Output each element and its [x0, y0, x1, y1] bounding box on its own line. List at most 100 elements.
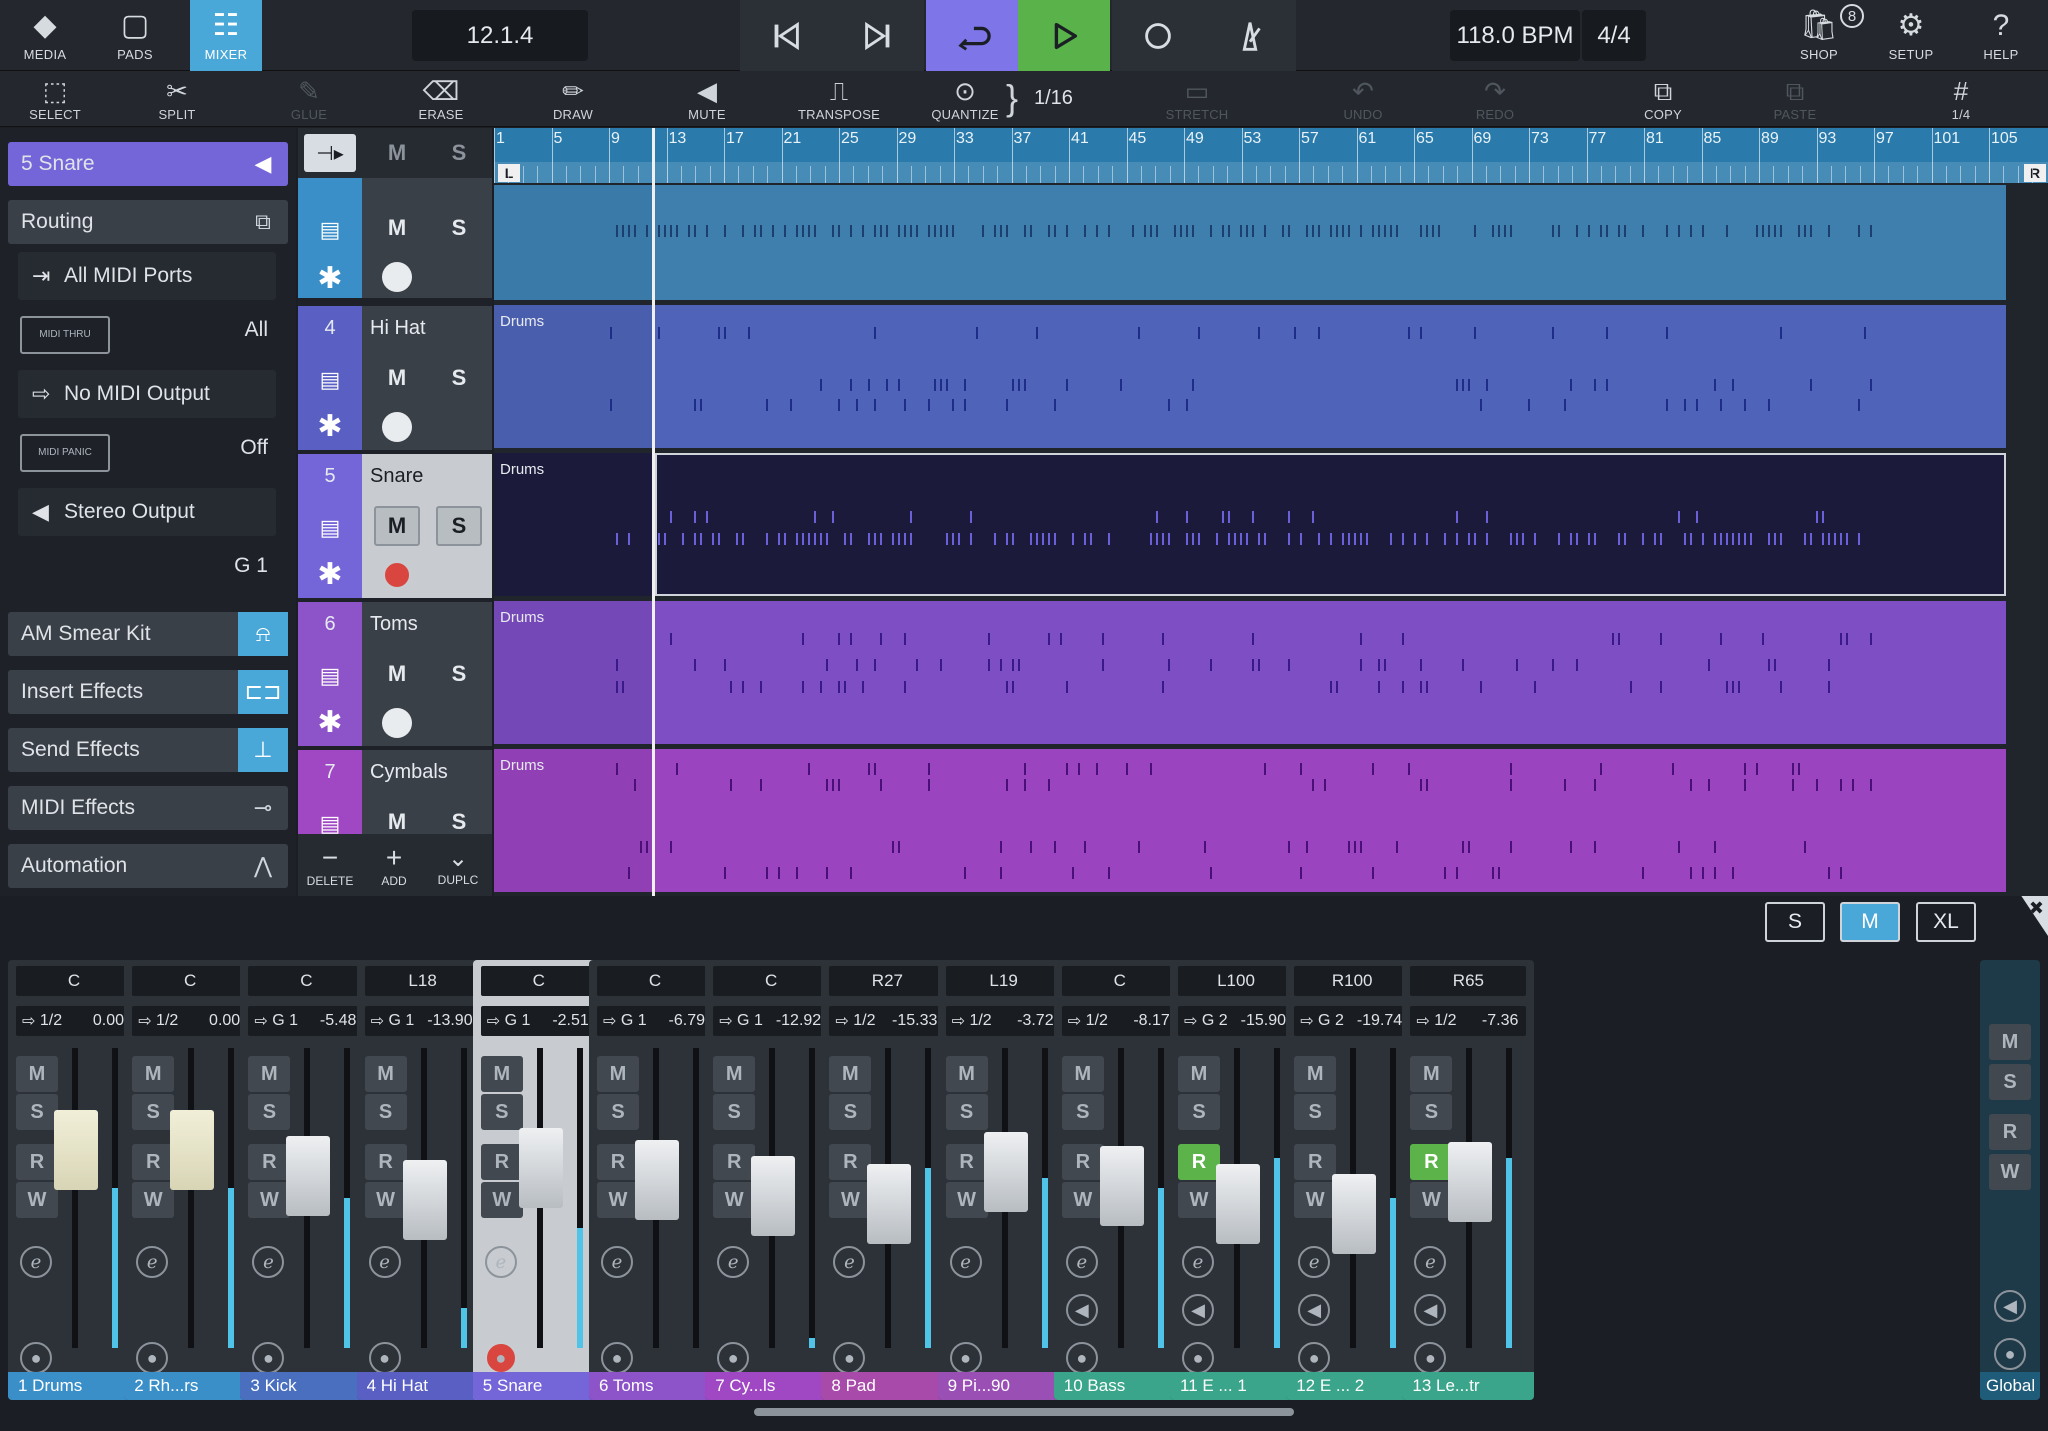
global-read-button[interactable]: R [1989, 1114, 2031, 1150]
mixer-size-xl[interactable]: XL [1916, 902, 1976, 942]
record-arm-button[interactable]: ● [1182, 1342, 1214, 1374]
write-automation-button[interactable]: W [16, 1182, 58, 1218]
track-name[interactable]: Hi Hat [370, 306, 426, 350]
record-arm-button[interactable]: ● [484, 1342, 517, 1374]
midi-clip[interactable] [655, 453, 2006, 596]
mute-button[interactable]: M [1294, 1056, 1337, 1092]
output-route[interactable]: ⇨ G 1 -6.79 [597, 1006, 713, 1036]
midi-panic-button[interactable]: MIDI PANIC [20, 434, 110, 472]
output-route[interactable]: ⇨ G 1 -5.48 [248, 1006, 365, 1036]
mixer-scrollbar[interactable] [754, 1408, 1294, 1416]
grid-button[interactable]: #1/4 [1906, 71, 2016, 127]
solo-button[interactable]: S [1178, 1094, 1220, 1130]
write-automation-button[interactable]: W [132, 1182, 175, 1218]
solo-button[interactable]: S [248, 1094, 291, 1130]
track-lane[interactable] [494, 185, 2006, 300]
midi-clip[interactable] [655, 185, 2006, 300]
write-automation-button[interactable]: W [364, 1182, 407, 1218]
speaker-icon[interactable]: ◀ [1182, 1294, 1214, 1326]
output-route[interactable]: ⇨ G 2 -19.74 [1294, 1006, 1411, 1036]
record-arm-button[interactable]: ● [252, 1342, 285, 1374]
collapse-arrow-icon[interactable]: ◀ [238, 142, 288, 186]
channel-label[interactable]: 4 Hi Hat [356, 1372, 489, 1400]
solo-button[interactable]: S [1410, 1094, 1453, 1130]
mute-button[interactable]: M [132, 1056, 175, 1092]
mute-button[interactable]: M [597, 1056, 639, 1092]
edit-channel-icon[interactable]: ℯ [717, 1246, 750, 1278]
pan-display[interactable]: R65 [1410, 966, 1527, 996]
output-route[interactable]: ⇨ 1/2 -8.17 [1061, 1006, 1178, 1036]
pan-display[interactable]: C [1061, 966, 1178, 996]
mute-button[interactable]: M [1061, 1056, 1104, 1092]
pan-display[interactable]: C [597, 966, 713, 996]
read-automation-button[interactable]: R [364, 1144, 407, 1180]
channel-label[interactable]: 3 Kick [240, 1372, 373, 1400]
monitor-icon[interactable]: ● [1994, 1338, 2026, 1370]
midi-thru-button[interactable]: MIDI THRU [20, 316, 110, 354]
draw-tool[interactable]: ✏ DRAW [518, 71, 628, 127]
solo-button[interactable]: S [945, 1094, 988, 1130]
record-arm-button[interactable]: ● [20, 1342, 52, 1374]
volume-fader[interactable] [635, 1140, 679, 1220]
instrument-edit-icon[interactable]: ⍾ [238, 612, 288, 656]
mute-button[interactable]: M [829, 1056, 872, 1092]
midi-input-select[interactable]: ⇥ All MIDI Ports [18, 252, 276, 300]
mixer-size-s[interactable]: S [1765, 902, 1825, 942]
track-lane[interactable]: Drums [494, 305, 2006, 448]
inspector-track-title[interactable]: 5 Snare ◀ [8, 142, 288, 186]
mute-button[interactable]: M [1410, 1056, 1453, 1092]
pan-display[interactable]: C [713, 966, 830, 996]
record-arm-button[interactable]: ● [1065, 1342, 1098, 1374]
edit-channel-icon[interactable]: ℯ [949, 1246, 982, 1278]
copy-button[interactable]: ⧉ COPY [1608, 71, 1718, 127]
read-automation-button[interactable]: R [829, 1144, 872, 1180]
channel-label[interactable]: 13 Le...tr [1402, 1372, 1535, 1400]
record-arm-button[interactable]: ● [949, 1342, 982, 1374]
volume-fader[interactable] [402, 1160, 447, 1240]
mute-button[interactable]: M [713, 1056, 756, 1092]
solo-button[interactable]: S [436, 358, 482, 398]
close-mixer-icon[interactable]: ✖ [2021, 896, 2048, 936]
volume-fader[interactable] [518, 1128, 563, 1208]
solo-button[interactable]: S [436, 654, 482, 694]
read-automation-button[interactable]: R [1061, 1144, 1104, 1180]
select-tool[interactable]: ⬚ SELECT [0, 71, 110, 127]
track-header[interactable]: 4 Hi Hat ▤ ✱ M S [298, 306, 492, 450]
shop-button[interactable]: 🛍︎ SHOP 8 [1776, 0, 1864, 71]
volume-fader[interactable] [983, 1132, 1028, 1212]
speaker-icon[interactable]: ◀ [1414, 1294, 1447, 1326]
edit-channel-icon[interactable]: ℯ [252, 1246, 285, 1278]
global-mute-button[interactable]: M [1989, 1024, 2031, 1060]
write-automation-button[interactable]: W [248, 1182, 291, 1218]
track-name[interactable]: Cymbals [370, 750, 448, 794]
undo-button[interactable]: ↶ UNDO [1308, 71, 1418, 127]
track-lane[interactable]: Drums [494, 749, 2006, 892]
volume-fader[interactable] [1099, 1146, 1144, 1226]
rewind-button[interactable] [740, 0, 832, 71]
output-route[interactable]: ⇨ 1/2 -3.72 [945, 1006, 1062, 1036]
mute-button[interactable]: M [945, 1056, 988, 1092]
pan-display[interactable]: C [480, 966, 597, 996]
record-arm-button[interactable]: ● [833, 1342, 866, 1374]
edit-channel-icon[interactable]: ℯ [601, 1246, 633, 1278]
tempo-display[interactable]: 118.0 BPM [1450, 10, 1580, 61]
help-button[interactable]: ? HELP [1958, 0, 2044, 71]
midi-effects-row[interactable]: MIDI Effects ⊸ [8, 786, 288, 830]
solo-button[interactable]: S [713, 1094, 756, 1130]
transpose-tool[interactable]: ⎍ TRANSPOSE [784, 71, 894, 127]
midi-clip[interactable] [655, 601, 2006, 744]
cycle-button[interactable] [926, 0, 1018, 71]
channel-label[interactable]: 9 Pi...90 [937, 1372, 1070, 1400]
routing-section[interactable]: Routing ⧉ [8, 200, 288, 244]
solo-button[interactable]: S [364, 1094, 407, 1130]
read-automation-button[interactable]: R [945, 1144, 988, 1180]
erase-tool[interactable]: ⌫ ERASE [386, 71, 496, 127]
edit-channel-icon[interactable]: ℯ [368, 1246, 401, 1278]
speaker-icon[interactable]: ◀ [1298, 1294, 1331, 1326]
record-arm-button[interactable] [382, 560, 412, 590]
solo-button[interactable]: S [436, 506, 482, 546]
write-automation-button[interactable]: W [1178, 1182, 1220, 1218]
write-automation-button[interactable]: W [829, 1182, 872, 1218]
pads-button[interactable]: ▢ PADS [92, 0, 178, 71]
edit-channel-icon[interactable]: ℯ [1182, 1246, 1214, 1278]
